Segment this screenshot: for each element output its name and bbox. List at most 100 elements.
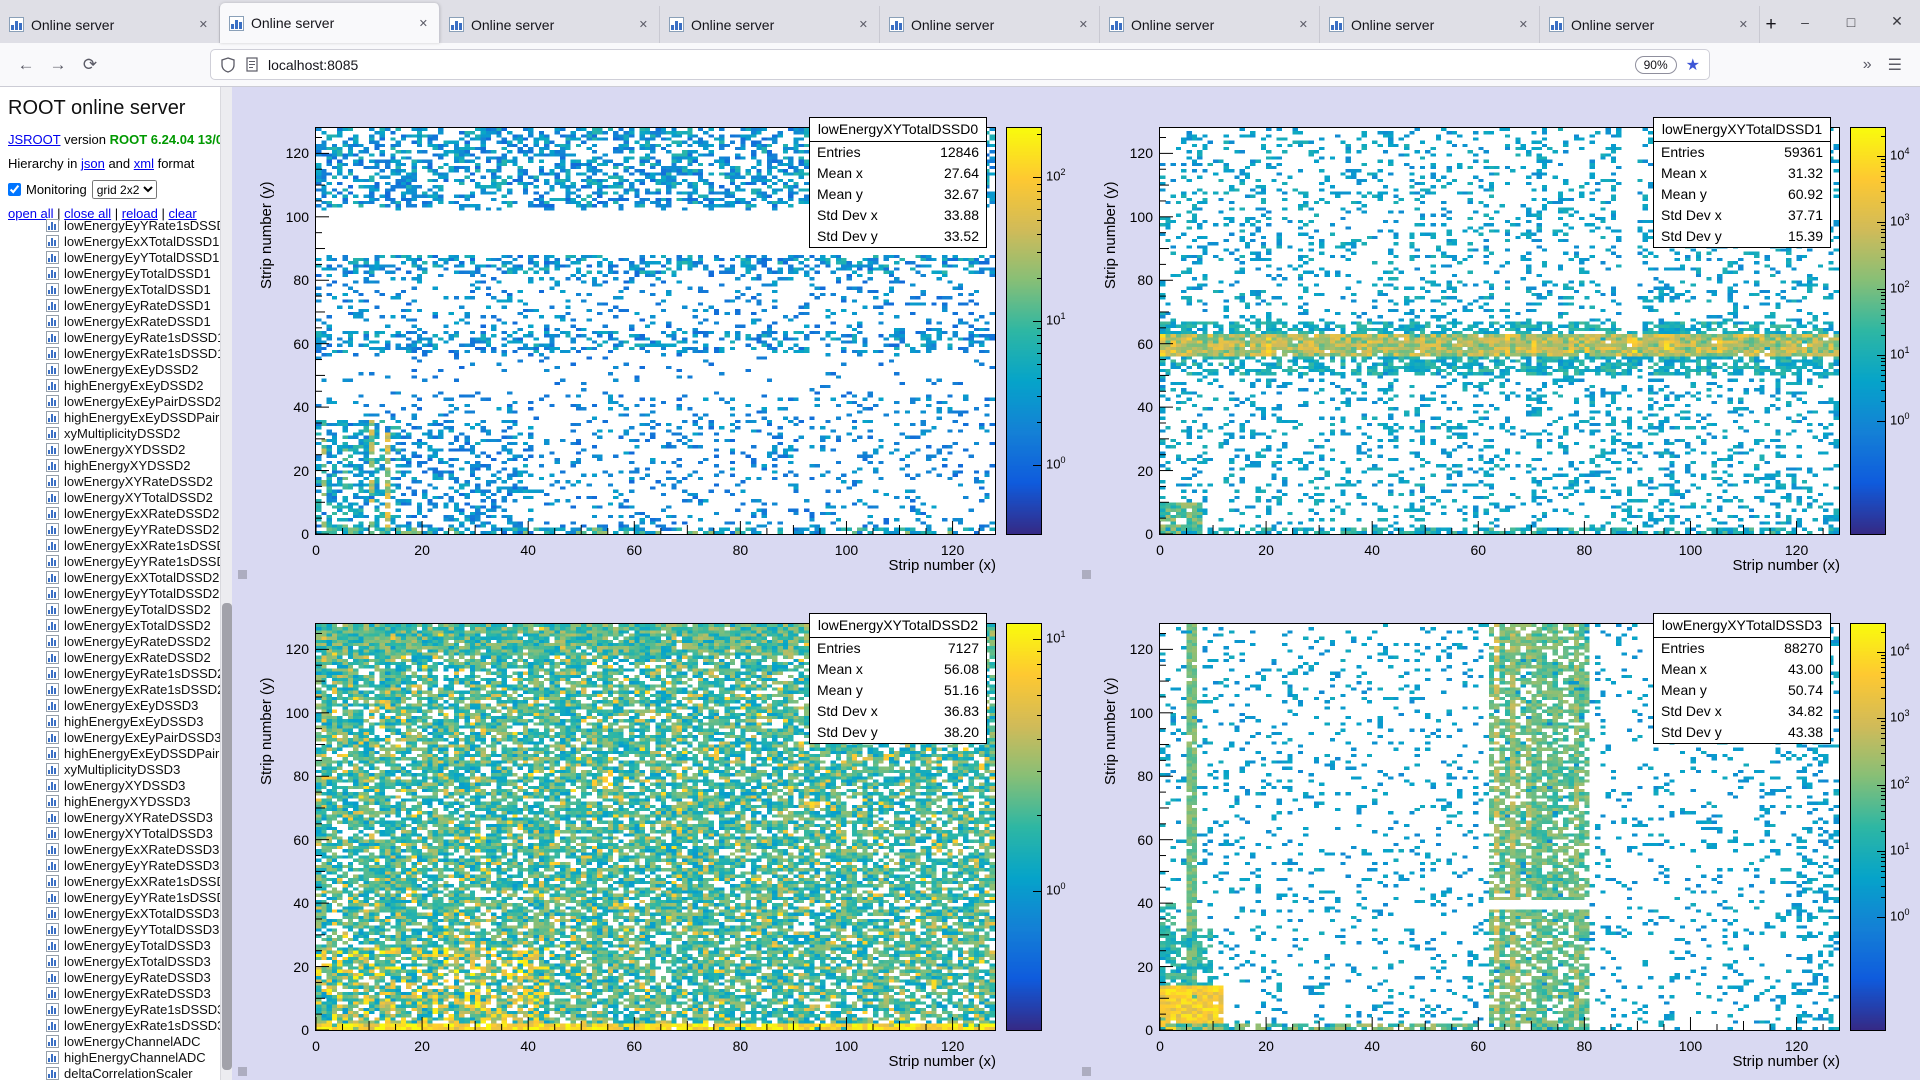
tree-item[interactable]: lowEnergyExTotalDSSD3 <box>46 953 220 969</box>
tree-item[interactable]: lowEnergyExEyPairDSSD3 <box>46 729 220 745</box>
tree-item[interactable]: lowEnergyChannelADC <box>46 1033 220 1049</box>
grid-select[interactable]: grid 2x2 <box>92 180 157 199</box>
stats-box[interactable]: lowEnergyXYTotalDSSD3Entries88270Mean x4… <box>1653 613 1831 744</box>
monitoring-checkbox[interactable] <box>8 183 21 196</box>
tree-item[interactable]: xyMultiplicityDSSD3 <box>46 761 220 777</box>
tree-item[interactable]: lowEnergyExXTotalDSSD2 <box>46 569 220 585</box>
stats-box[interactable]: lowEnergyXYTotalDSSD0Entries12846Mean x2… <box>809 117 987 248</box>
tree-item[interactable]: lowEnergyXYDSSD3 <box>46 777 220 793</box>
tree-item[interactable]: lowEnergyXYRateDSSD3 <box>46 809 220 825</box>
tree-item[interactable]: lowEnergyXYDSSD2 <box>46 441 220 457</box>
tab-close-icon[interactable]: ✕ <box>1517 16 1530 33</box>
tree-item[interactable]: lowEnergyEyYRateDSSD3 <box>46 857 220 873</box>
tab-close-icon[interactable]: ✕ <box>637 16 650 33</box>
browser-tab[interactable]: Online server✕ <box>660 6 880 43</box>
browser-tab[interactable]: Online server✕ <box>880 6 1100 43</box>
bookmark-star-icon[interactable]: ★ <box>1686 55 1700 75</box>
browser-tab[interactable]: Online server✕ <box>1320 6 1540 43</box>
tree-item[interactable]: lowEnergyExXRate1sDSSD3 <box>46 873 220 889</box>
browser-tab[interactable]: Online server✕ <box>0 6 220 43</box>
tree-item[interactable]: xyMultiplicityDSSD2 <box>46 425 220 441</box>
color-scale-bar[interactable] <box>1006 623 1042 1031</box>
url-bar[interactable]: localhost:8085 90% ★ <box>210 49 1710 80</box>
tree-item[interactable]: highEnergyExEyDSSD3 <box>46 713 220 729</box>
xml-link[interactable]: xml <box>134 156 154 171</box>
tree-item[interactable]: highEnergyExEyDSSDPair3 <box>46 745 220 761</box>
tab-close-icon[interactable]: ✕ <box>417 15 430 32</box>
browser-tab[interactable]: Online server✕ <box>220 3 440 43</box>
tree-item[interactable]: lowEnergyEyYTotalDSSD1 <box>46 249 220 265</box>
pad-resize-handle[interactable] <box>238 570 247 579</box>
browser-tab[interactable]: Online server✕ <box>1100 6 1320 43</box>
zoom-level-badge[interactable]: 90% <box>1635 56 1677 74</box>
tree-item[interactable]: lowEnergyEyYRate1sDSSD3 <box>46 889 220 905</box>
tree-item[interactable]: lowEnergyEyRate1sDSSD2 <box>46 665 220 681</box>
tree-item[interactable]: highEnergyXYDSSD2 <box>46 457 220 473</box>
sidebar-scrollbar[interactable] <box>220 87 232 1080</box>
tree-item[interactable]: lowEnergyExEyPairDSSD2 <box>46 393 220 409</box>
tree-item[interactable]: deltaCorrelationScaler <box>46 1065 220 1080</box>
page-info-icon[interactable] <box>245 57 259 72</box>
tree-item[interactable]: lowEnergyEyRate1sDSSD1 <box>46 329 220 345</box>
tree-item[interactable]: lowEnergyExRate1sDSSD3 <box>46 1017 220 1033</box>
back-button[interactable]: ← <box>10 49 42 81</box>
menu-icon[interactable]: ☰ <box>1888 55 1902 75</box>
tree-item[interactable]: lowEnergyExRateDSSD2 <box>46 649 220 665</box>
jsroot-link[interactable]: JSROOT <box>8 132 61 147</box>
tree-item[interactable]: lowEnergyEyYTotalDSSD3 <box>46 921 220 937</box>
tree-item[interactable]: lowEnergyEyRateDSSD3 <box>46 969 220 985</box>
tree-item[interactable]: lowEnergyXYTotalDSSD3 <box>46 825 220 841</box>
tab-close-icon[interactable]: ✕ <box>857 16 870 33</box>
tab-close-icon[interactable]: ✕ <box>1297 16 1310 33</box>
tree-item[interactable]: highEnergyExEyDSSD2 <box>46 377 220 393</box>
pad-resize-handle[interactable] <box>238 1067 247 1076</box>
tree-item[interactable]: lowEnergyExEyDSSD2 <box>46 361 220 377</box>
browser-tab[interactable]: Online server✕ <box>1540 6 1760 43</box>
minimize-icon[interactable]: – <box>1782 0 1828 43</box>
tree-item[interactable]: lowEnergyExTotalDSSD1 <box>46 281 220 297</box>
tree-item[interactable]: lowEnergyExTotalDSSD2 <box>46 617 220 633</box>
url-text[interactable]: localhost:8085 <box>268 57 1626 73</box>
tree-item[interactable]: lowEnergyEyTotalDSSD2 <box>46 601 220 617</box>
tree-item[interactable]: lowEnergyExXTotalDSSD3 <box>46 905 220 921</box>
shield-icon[interactable] <box>220 57 236 73</box>
tab-close-icon[interactable]: ✕ <box>1737 16 1750 33</box>
color-scale-bar[interactable] <box>1006 127 1042 535</box>
overflow-chevrons-icon[interactable]: » <box>1863 56 1872 74</box>
new-tab-button[interactable]: + <box>1760 6 1782 43</box>
tree-item[interactable]: lowEnergyEyRateDSSD1 <box>46 297 220 313</box>
tree-item[interactable]: lowEnergyExRateDSSD3 <box>46 985 220 1001</box>
pad-resize-handle[interactable] <box>1082 570 1091 579</box>
stats-box[interactable]: lowEnergyXYTotalDSSD1Entries59361Mean x3… <box>1653 117 1831 248</box>
tree-item[interactable]: lowEnergyExRate1sDSSD2 <box>46 681 220 697</box>
tab-close-icon[interactable]: ✕ <box>197 16 210 33</box>
reload-button[interactable]: ⟳ <box>74 49 106 81</box>
tree-item[interactable]: lowEnergyExXRateDSSD2 <box>46 505 220 521</box>
tree-item[interactable]: lowEnergyExRateDSSD1 <box>46 313 220 329</box>
tree-item[interactable]: highEnergyChannelADC <box>46 1049 220 1065</box>
color-scale-bar[interactable] <box>1850 623 1886 1031</box>
tree-item[interactable]: lowEnergyExEyDSSD3 <box>46 697 220 713</box>
tree-item[interactable]: lowEnergyEyRate1sDSSD3 <box>46 1001 220 1017</box>
maximize-icon[interactable]: □ <box>1828 0 1874 43</box>
tree-item[interactable]: lowEnergyExRate1sDSSD1 <box>46 345 220 361</box>
tree-item[interactable]: lowEnergyEyYRate1sDSSD2 <box>46 553 220 569</box>
tree-item[interactable]: lowEnergyExXRate1sDSSD2 <box>46 537 220 553</box>
pad-resize-handle[interactable] <box>1082 1067 1091 1076</box>
tree-item[interactable]: lowEnergyEyTotalDSSD3 <box>46 937 220 953</box>
tree-item[interactable]: lowEnergyExXTotalDSSD1 <box>46 233 220 249</box>
tree-item[interactable]: lowEnergyEyYRate1sDSSD1 <box>46 217 220 233</box>
tree-item[interactable]: lowEnergyEyTotalDSSD1 <box>46 265 220 281</box>
tree-item[interactable]: highEnergyExEyDSSDPair2 <box>46 409 220 425</box>
browser-tab[interactable]: Online server✕ <box>440 6 660 43</box>
tree-item[interactable]: lowEnergyEyRateDSSD2 <box>46 633 220 649</box>
scrollbar-thumb[interactable] <box>222 603 232 1070</box>
tree-item[interactable]: lowEnergyEyYTotalDSSD2 <box>46 585 220 601</box>
forward-button[interactable]: → <box>42 49 74 81</box>
tree-item[interactable]: lowEnergyEyYRateDSSD2 <box>46 521 220 537</box>
tree-item[interactable]: lowEnergyXYRateDSSD2 <box>46 473 220 489</box>
json-link[interactable]: json <box>81 156 105 171</box>
stats-box[interactable]: lowEnergyXYTotalDSSD2Entries7127Mean x56… <box>809 613 987 744</box>
tree-item[interactable]: lowEnergyXYTotalDSSD2 <box>46 489 220 505</box>
close-icon[interactable]: ✕ <box>1874 0 1920 43</box>
